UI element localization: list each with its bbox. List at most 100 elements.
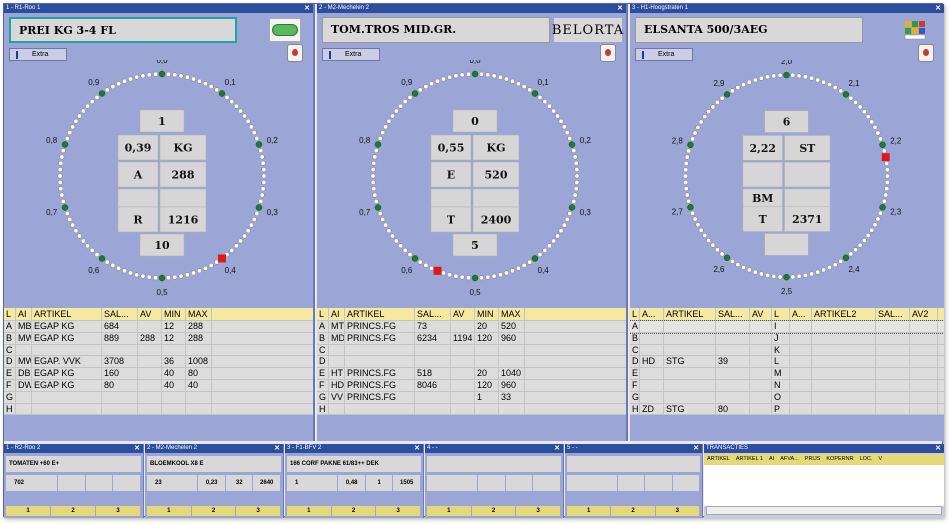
column-header[interactable]: L: [317, 308, 329, 320]
transaction-column[interactable]: AFVA...: [777, 454, 802, 465]
table-row[interactable]: H ZD STG 80 P: [630, 403, 944, 416]
table-row[interactable]: DMWEGAP. VVK3708 361008: [4, 356, 313, 369]
table-row[interactable]: G: [4, 391, 313, 404]
table-cell: [910, 403, 938, 415]
clock-dot: [838, 88, 844, 94]
table-row[interactable]: C: [317, 344, 626, 357]
table-row[interactable]: BMWEGAP KG88928812288: [4, 332, 313, 345]
column-header[interactable]: ARTIKEL: [664, 308, 716, 320]
column-header[interactable]: AV2: [910, 308, 938, 320]
mini-slot[interactable]: 3: [655, 506, 699, 516]
table-cell: 40: [186, 379, 212, 391]
table-cell: O: [772, 391, 790, 403]
table-row[interactable]: D: [317, 356, 626, 369]
transaction-column[interactable]: LOC.: [857, 454, 876, 465]
table-row[interactable]: BJ: [630, 332, 944, 345]
clock-dot: [441, 270, 446, 276]
column-header[interactable]: A...: [790, 308, 812, 320]
table-row[interactable]: A MT PRINCS.FG 73 20 520: [317, 321, 626, 333]
table-row[interactable]: F HD PRINCS.FG 8046 120 960: [317, 379, 626, 392]
table-header: L A... ARTIKEL SAL... AV L A... ARTIKEL2 SAL... A…: [630, 308, 944, 321]
close-icon[interactable]: ✕: [693, 444, 699, 453]
table-row[interactable]: H: [4, 403, 313, 416]
table-cell: [640, 391, 664, 403]
transaction-column[interactable]: KOPERNR: [823, 454, 856, 465]
mini-slot[interactable]: 2: [51, 506, 95, 516]
column-header[interactable]: AV: [750, 308, 772, 320]
column-header[interactable]: AV: [451, 308, 475, 320]
table-row[interactable]: CK: [630, 344, 944, 357]
column-header[interactable]: MIN: [162, 308, 186, 320]
column-header[interactable]: ARTIKEL: [345, 308, 415, 320]
table-row[interactable]: D HD STG 39 L: [630, 356, 944, 369]
close-icon[interactable]: ✕: [617, 4, 623, 13]
clock-dot: [884, 160, 890, 166]
column-header[interactable]: AI: [16, 308, 32, 320]
clock-label: 2,4: [849, 265, 861, 274]
table-cell: 80: [716, 403, 750, 415]
close-icon[interactable]: ✕: [935, 444, 941, 453]
column-header[interactable]: AV: [138, 308, 162, 320]
table-row[interactable]: F DW EGAP KG 80 40 40: [4, 379, 313, 392]
mini-clock-3[interactable]: 3 - F1-BFV 2 ✕ 166 CORF PAKNE 61/83++ DEK 1…: [285, 444, 424, 518]
transaction-column[interactable]: PRIJS: [802, 454, 824, 465]
column-header[interactable]: L: [4, 308, 16, 320]
column-header[interactable]: L: [772, 308, 790, 320]
transaction-column[interactable]: ARTIKEL: [704, 454, 733, 465]
table-row[interactable]: H: [317, 403, 626, 416]
column-header[interactable]: ARTIKEL2: [812, 308, 876, 320]
clock-label: 0,0: [469, 60, 481, 65]
column-header[interactable]: ARTIKEL: [32, 308, 102, 320]
table-row[interactable]: A MB EGAP KG 684 12 288: [4, 321, 313, 333]
mini-slot[interactable]: 3: [516, 506, 561, 516]
horizontal-scrollbar[interactable]: [706, 506, 942, 515]
mini-clock-4[interactable]: 4 - - ✕ 1 2 3: [425, 444, 564, 518]
mini-slot[interactable]: 1: [567, 506, 611, 516]
table-row[interactable]: GO: [630, 391, 944, 404]
table-row[interactable]: AI: [630, 320, 944, 334]
mini-clock-5[interactable]: 5 - - ✕ 1 2 3: [565, 444, 703, 518]
transaction-column[interactable]: V: [875, 454, 885, 465]
table-row[interactable]: E DB EGAP KG 160 40 80: [4, 368, 313, 380]
mini-slot[interactable]: 1: [287, 506, 331, 516]
column-header[interactable]: SAL...: [102, 308, 138, 320]
mark-value-box: [472, 188, 520, 208]
close-icon[interactable]: ✕: [554, 444, 560, 453]
column-header[interactable]: SAL...: [716, 308, 750, 320]
transaction-column[interactable]: ARTIKEL 1: [733, 454, 766, 465]
table-row[interactable]: G VV PRINCS.FG 1 33: [317, 391, 626, 404]
table-row[interactable]: FN: [630, 379, 944, 392]
column-header[interactable]: AI: [329, 308, 345, 320]
table-row[interactable]: EM: [630, 368, 944, 380]
column-header[interactable]: MAX: [186, 308, 212, 320]
mini-slot[interactable]: 2: [611, 506, 655, 516]
mini-slot[interactable]: 3: [96, 506, 140, 516]
quality: E: [447, 169, 455, 182]
mini-slot[interactable]: 3: [376, 506, 421, 516]
table-row[interactable]: B MD PRINCS.FG 6234 1194 120 960: [317, 332, 626, 345]
column-header[interactable]: SAL...: [876, 308, 910, 320]
column-header[interactable]: MIN: [475, 308, 499, 320]
column-header[interactable]: MAX: [499, 308, 525, 320]
close-icon[interactable]: ✕: [935, 4, 941, 13]
mini-slot[interactable]: 2: [331, 506, 376, 516]
column-header[interactable]: L: [630, 308, 640, 320]
transaction-column[interactable]: AI: [766, 454, 777, 465]
mini-slot[interactable]: 1: [147, 506, 191, 516]
mini-slot[interactable]: 3: [236, 506, 281, 516]
mini-clock-1[interactable]: 1 - R2-Roo 2 ✕ TOMATEN +60 E+ 702 1 2 3: [4, 444, 144, 518]
mini-slot[interactable]: 2: [191, 506, 236, 516]
close-icon[interactable]: ✕: [274, 444, 280, 453]
mini-slot[interactable]: 1: [427, 506, 471, 516]
column-header[interactable]: A...: [640, 308, 664, 320]
table-row[interactable]: C: [4, 344, 313, 357]
transactions-list[interactable]: [704, 465, 944, 506]
mini-slot[interactable]: 2: [471, 506, 516, 516]
mini-clock-2[interactable]: 2 - M2-Mechelen 2 ✕ BLOEMKOOL X8 E 23 0,23 32…: [145, 444, 284, 518]
table-row[interactable]: E HT PRINCS.FG 518 20 1040: [317, 368, 626, 380]
close-icon[interactable]: ✕: [304, 4, 310, 13]
mini-slot[interactable]: 1: [6, 506, 50, 516]
close-icon[interactable]: ✕: [414, 444, 420, 453]
close-icon[interactable]: ✕: [134, 444, 140, 453]
column-header[interactable]: SAL...: [415, 308, 451, 320]
